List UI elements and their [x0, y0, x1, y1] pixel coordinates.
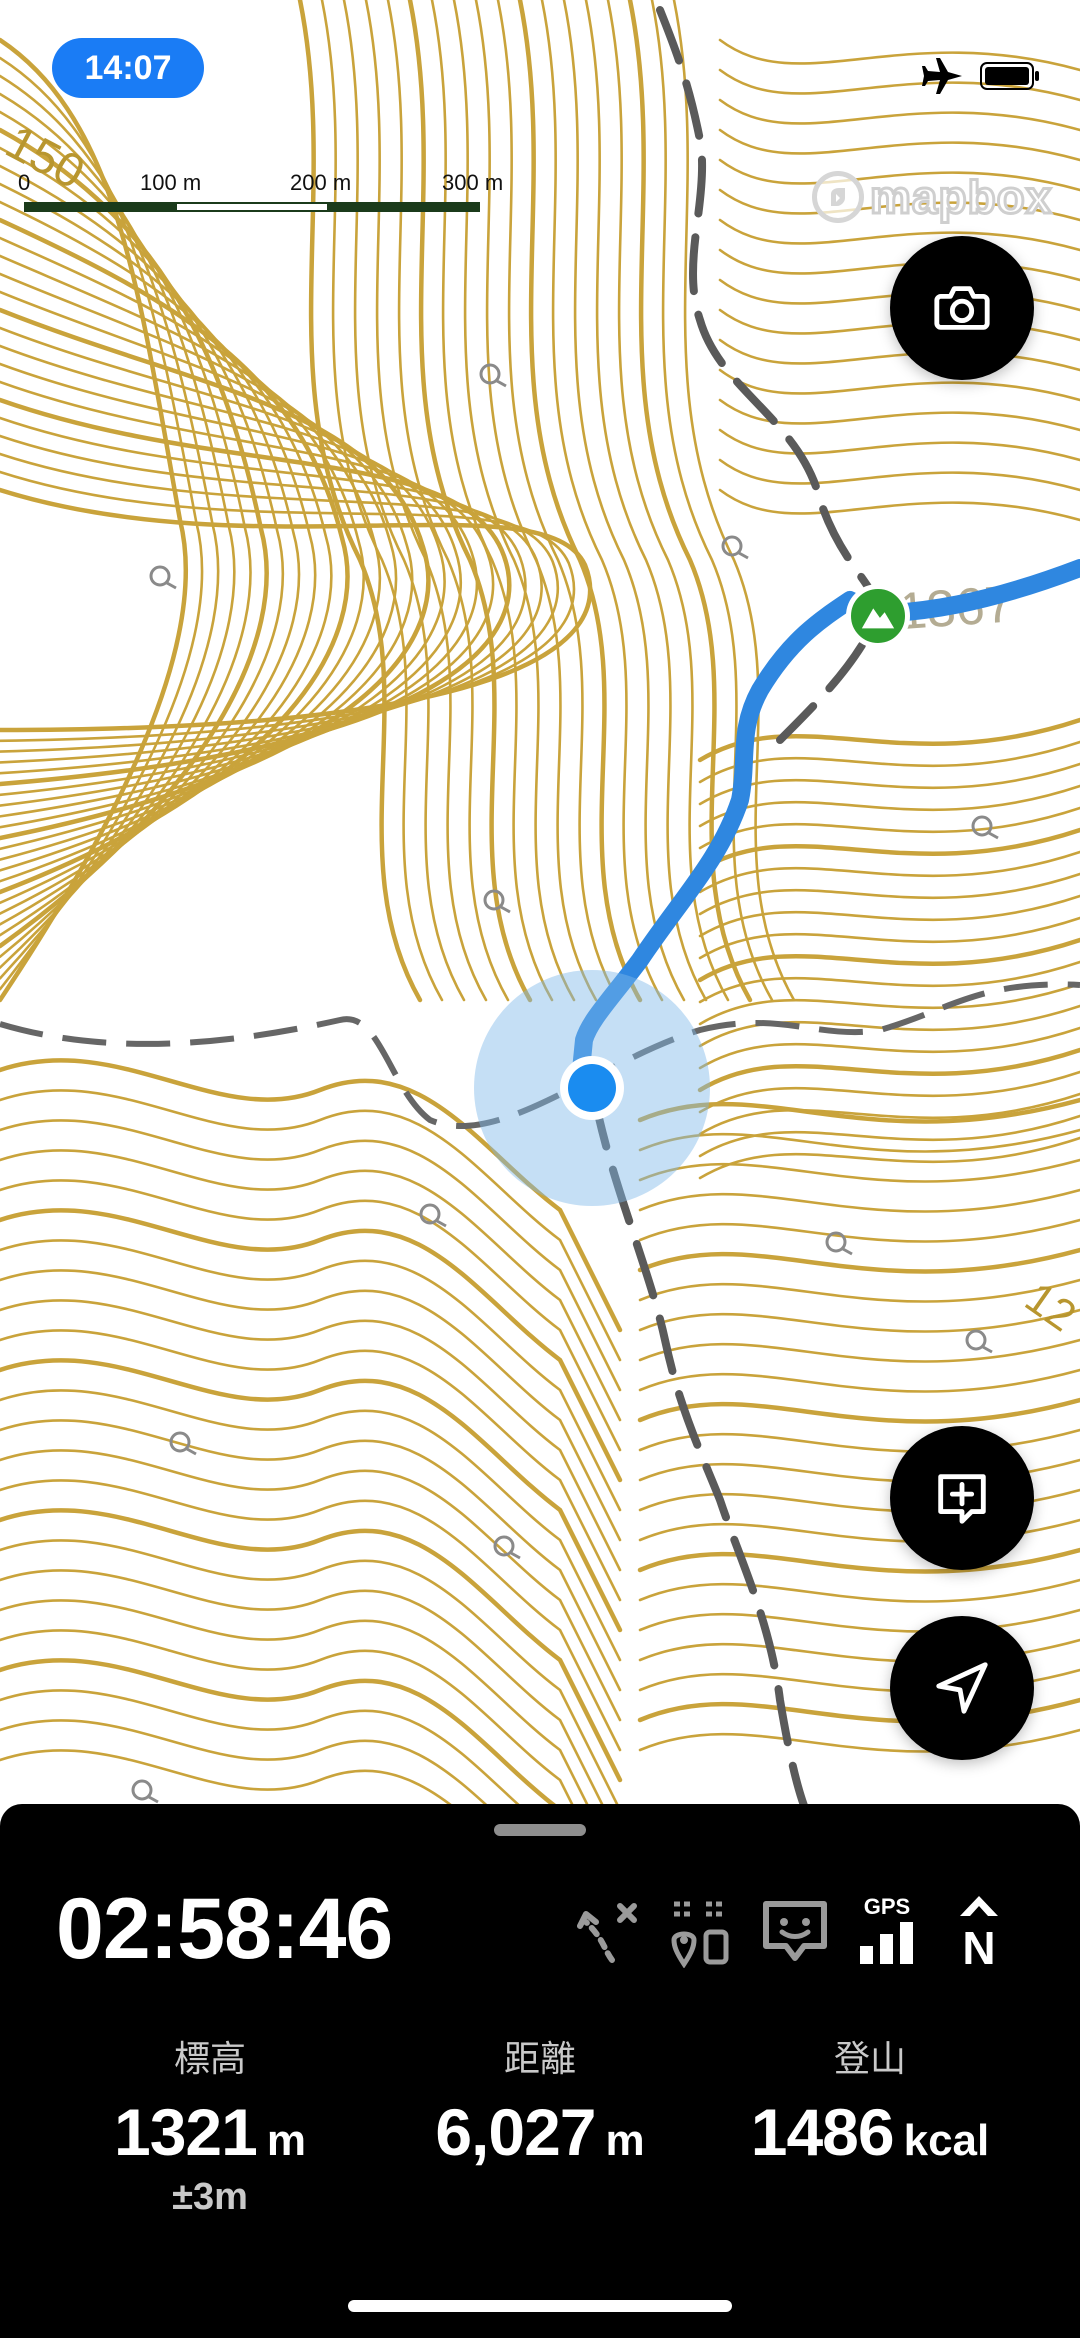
mountain-icon: [861, 608, 895, 629]
add-note-button[interactable]: [890, 1426, 1034, 1570]
route-off-icon[interactable]: [576, 1892, 646, 1968]
mapbox-logo[interactable]: mapbox: [812, 166, 1058, 228]
stat-calories: 登山 1486 kcal: [720, 2030, 1020, 2170]
scale-label-0: 0: [18, 170, 31, 195]
airplane-icon: [922, 58, 962, 94]
camera-button[interactable]: [890, 236, 1034, 380]
map-scale: 0 100 m 200 m 300 m: [18, 170, 538, 220]
tracking-panel: 02:58:46 GPS N 標高 1321 m ±3m 距離 6,027 m 登山…: [0, 1804, 1080, 2338]
scale-label-100: 100 m: [140, 170, 202, 195]
scale-label-300: 300 m: [442, 170, 504, 195]
gps-signal-icon[interactable]: GPS: [852, 1892, 922, 1968]
clock[interactable]: 14:07: [52, 38, 204, 98]
stat-elevation-accuracy: ±3m: [172, 2176, 248, 2218]
summit-marker[interactable]: [846, 584, 910, 648]
add-note-icon: [938, 1474, 986, 1524]
camera-icon: [934, 286, 990, 330]
status-bar: 14:07: [0, 0, 1080, 130]
stat-elevation-value: 1321 m: [114, 2095, 306, 2169]
stat-distance-value: 6,027 m: [435, 2095, 645, 2169]
waypoints-icon[interactable]: [668, 1892, 738, 1968]
stat-distance-label: 距離: [503, 2038, 576, 2079]
location-arrow-icon: [936, 1662, 988, 1714]
stat-calories-label: 登山: [833, 2038, 906, 2079]
mapbox-wordmark: mapbox: [868, 170, 1053, 225]
svg-text:GPS: GPS: [864, 1894, 910, 1919]
battery-icon: [980, 62, 1039, 90]
status-icons: GPS N: [576, 1892, 1016, 1972]
scale-bar: [24, 202, 480, 212]
locate-button[interactable]: [890, 1616, 1034, 1760]
stat-distance: 距離 6,027 m: [390, 2030, 690, 2170]
panel-grabber[interactable]: [494, 1824, 586, 1836]
elapsed-time: 02:58:46: [56, 1881, 393, 1977]
stat-elevation-label: 標高: [173, 2038, 246, 2079]
message-icon[interactable]: [760, 1892, 830, 1968]
north-icon[interactable]: N: [944, 1892, 1014, 1968]
scale-label-200: 200 m: [290, 170, 352, 195]
svg-text:N: N: [962, 1922, 995, 1968]
stat-calories-value: 1486 kcal: [750, 2095, 990, 2169]
stat-elevation: 標高 1321 m ±3m: [60, 2030, 360, 2219]
mapbox-icon: [812, 171, 864, 223]
home-indicator[interactable]: [348, 2300, 732, 2312]
